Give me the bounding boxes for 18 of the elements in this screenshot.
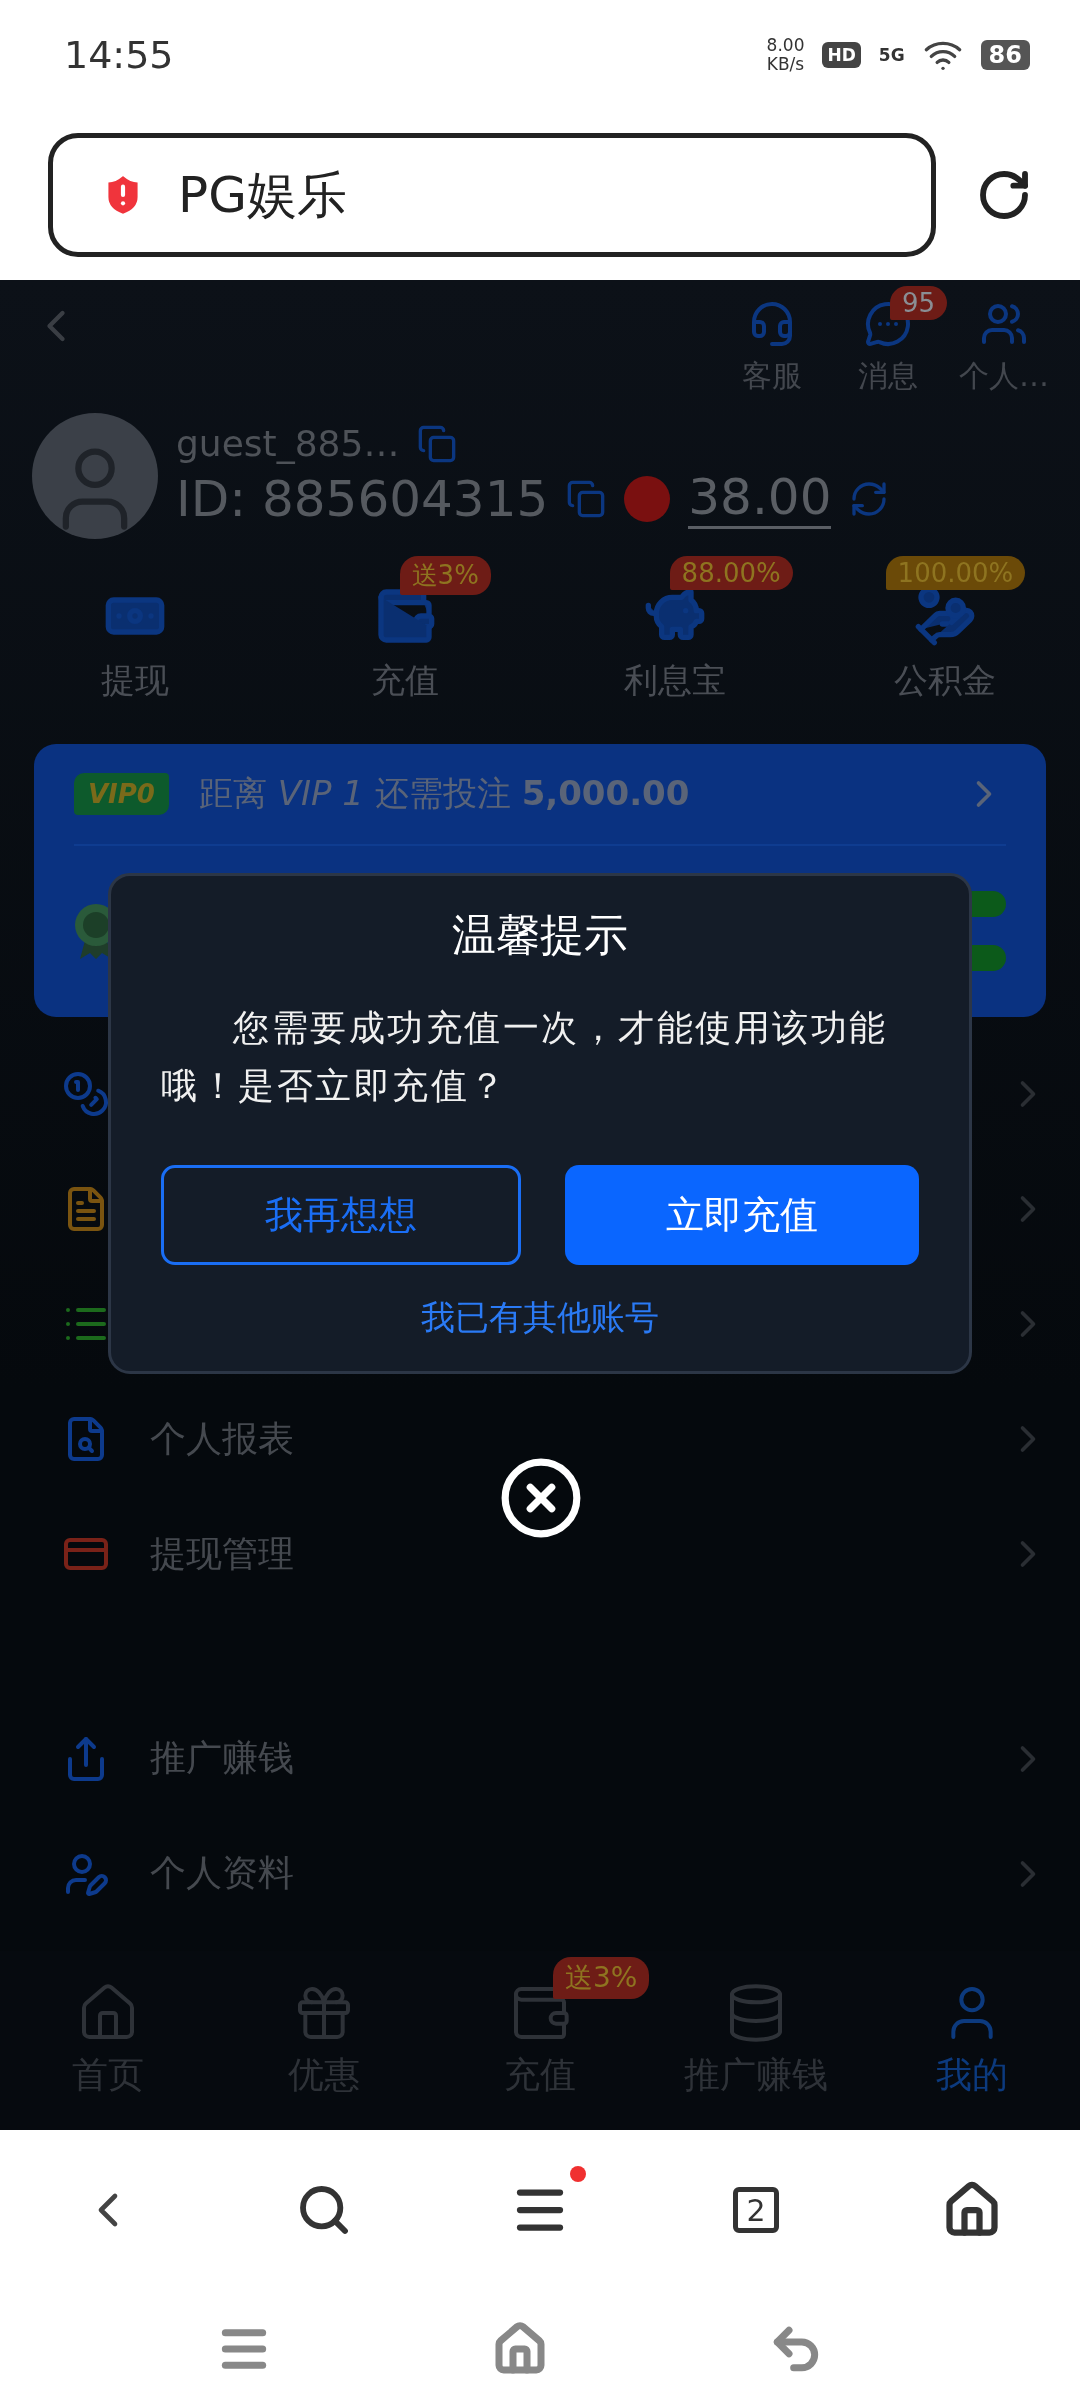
promo-badge: 送3% (399, 556, 491, 595)
clock: 14:55 (64, 33, 175, 77)
promo-badge: 88.00% (669, 556, 793, 590)
balance: 38.00 (688, 468, 832, 530)
promo-badge: 送3% (552, 1957, 650, 2000)
network-type: 5G (878, 45, 905, 65)
dialog-message: 您需要成功充值一次，才能使用该功能哦！是否立即充值？ (161, 1006, 889, 1108)
vip-progress-text: 距离 VIP 1 还需投注 5,000.00 (198, 772, 691, 815)
count-badge: 95 (890, 286, 948, 320)
hd-indicator: HD (822, 42, 861, 68)
net-speed: 8.00 (766, 36, 805, 55)
user-id: ID: 885604315 (176, 469, 549, 528)
net-speed-unit: KB/s (766, 55, 805, 74)
page-title: PG娱乐 (178, 164, 347, 226)
battery-level: 86 (980, 40, 1030, 70)
username: guest_885… (176, 423, 400, 465)
vip-level-badge: VIP0 (74, 773, 169, 815)
dialog-title: 温馨提示 (452, 908, 628, 962)
